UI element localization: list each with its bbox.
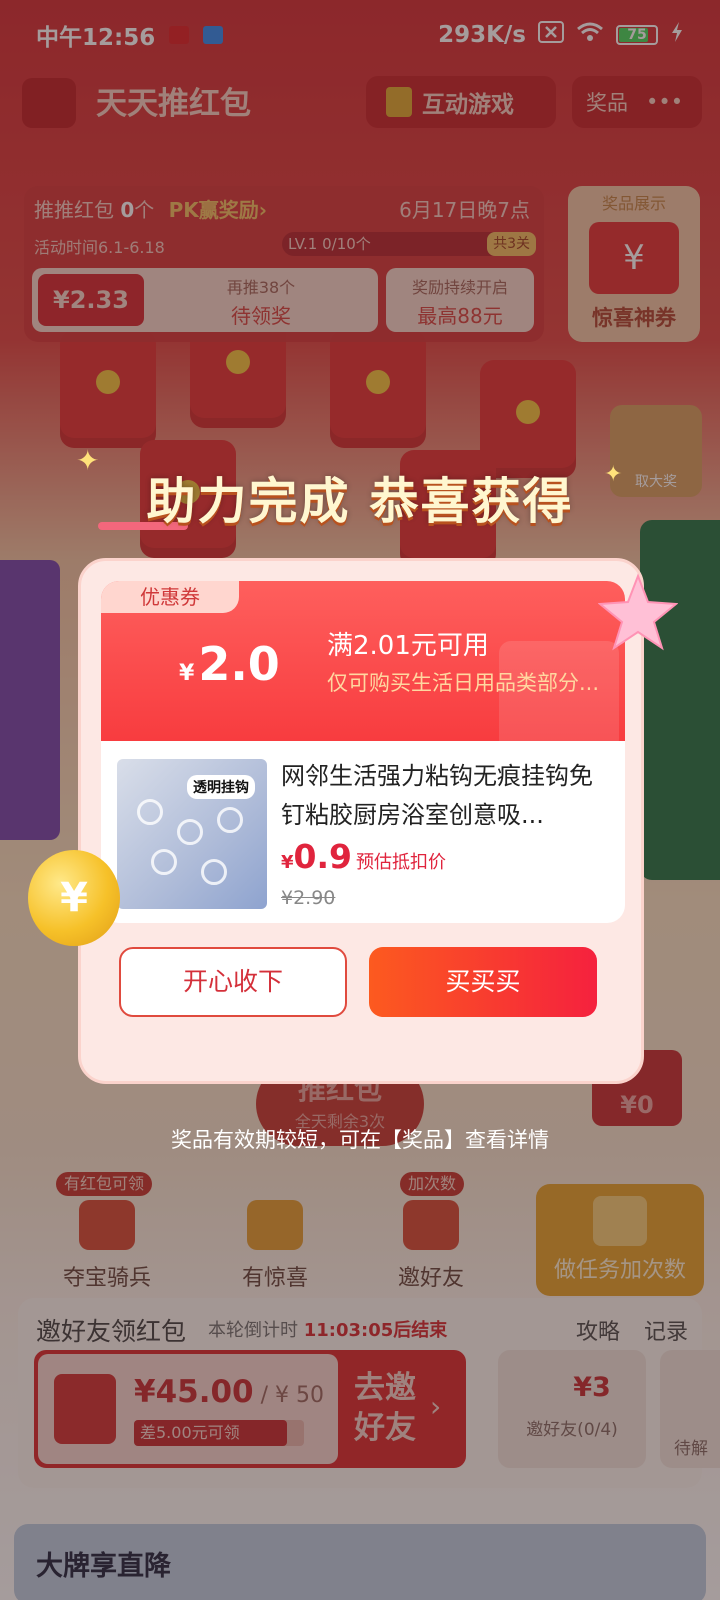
congrats-headline: 助力完成 恭喜获得 [146, 473, 574, 530]
coupon-value: ¥2.0 [179, 637, 280, 691]
product-image[interactable]: 透明挂钩 [117, 759, 267, 909]
buy-button[interactable]: 买买买 [369, 947, 597, 1017]
coupon-card[interactable]: 优惠券 ¥2.0 满2.01元可用 仅可购买生活日用品类部分... 透明挂钩 网… [101, 581, 625, 923]
product-name[interactable]: 网邻生活强力粘钩无痕挂钩免钉粘胶厨房浴室创意吸... [281, 757, 615, 835]
coupon-amount: 2.0 [198, 637, 280, 691]
coupon-condition: 满2.01元可用 [327, 631, 489, 661]
price-value: 0.9 [293, 837, 352, 876]
hook-shape [177, 819, 203, 845]
prize-hint: 奖品有效期较短，可在【奖品】查看详情 [171, 1128, 549, 1152]
hook-shape [217, 807, 243, 833]
hook-shape [151, 849, 177, 875]
coupon-scope: 仅可购买生活日用品类部分... [327, 671, 600, 695]
reward-popup: 优惠券 ¥2.0 满2.01元可用 仅可购买生活日用品类部分... 透明挂钩 网… [78, 558, 644, 1084]
hook-shape [201, 859, 227, 885]
product-price: ¥0.9 预估抵扣价 [281, 837, 446, 876]
coupon-currency: ¥ [179, 661, 195, 686]
price-note: 预估抵扣价 [356, 852, 446, 873]
hook-shape [137, 799, 163, 825]
price-currency: ¥ [281, 852, 294, 873]
product-image-tag: 透明挂钩 [187, 775, 255, 799]
yen-balloon-icon: ¥ [28, 850, 120, 946]
coupon-header: 优惠券 ¥2.0 满2.01元可用 仅可购买生活日用品类部分... [101, 581, 625, 751]
star-icon [598, 573, 678, 651]
coupon-tag: 优惠券 [101, 581, 239, 613]
original-price: ¥2.90 [281, 887, 336, 909]
accept-button[interactable]: 开心收下 [119, 947, 347, 1017]
